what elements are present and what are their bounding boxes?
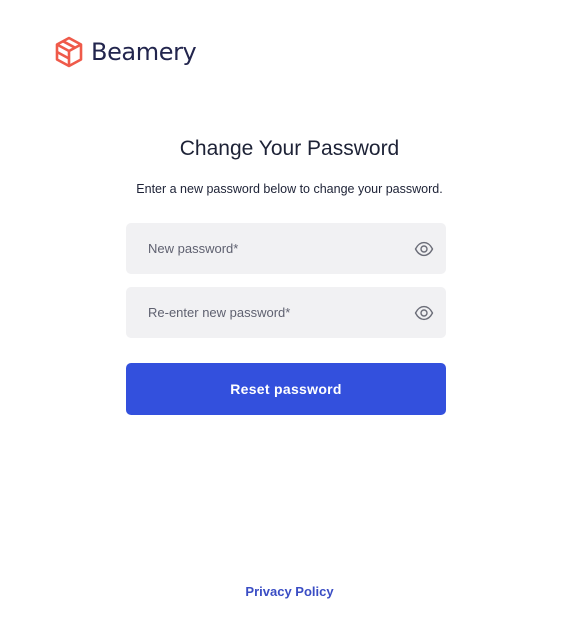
confirm-password-field <box>126 287 446 338</box>
eye-icon[interactable] <box>414 303 434 323</box>
new-password-field <box>126 223 446 274</box>
eye-icon[interactable] <box>414 239 434 259</box>
page-subtitle: Enter a new password below to change you… <box>136 182 443 196</box>
new-password-input[interactable] <box>126 223 406 274</box>
privacy-policy-link[interactable]: Privacy Policy <box>0 584 579 600</box>
brand-name: Beamery <box>91 38 197 66</box>
reset-password-button[interactable]: Reset password <box>126 363 446 415</box>
brand-logo: Beamery <box>54 36 197 68</box>
beamery-logo-icon <box>55 36 83 68</box>
page-title: Change Your Password <box>179 137 400 160</box>
confirm-password-input[interactable] <box>126 287 406 338</box>
